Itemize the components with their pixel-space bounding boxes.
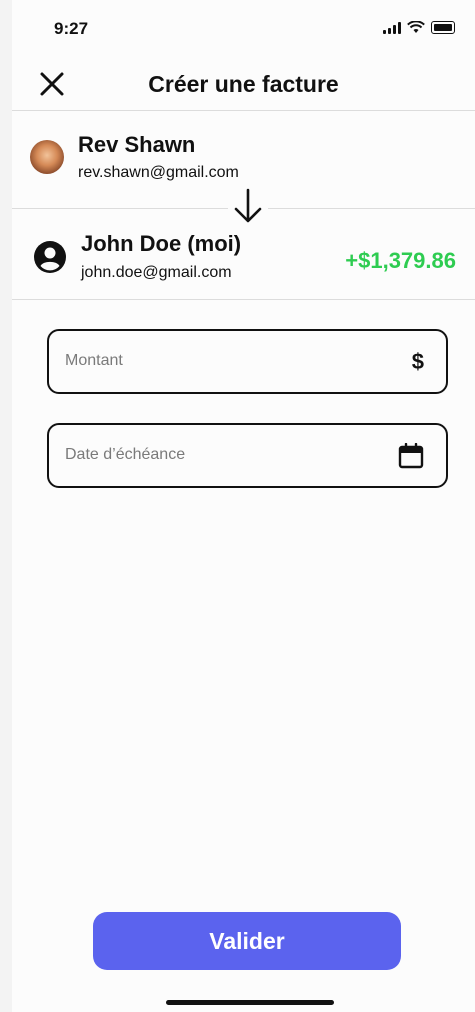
amount-placeholder: Montant: [65, 352, 123, 369]
avatar: [30, 140, 64, 174]
due-date-field[interactable]: Date d’échéance: [47, 423, 448, 488]
arrow-down-icon: [228, 186, 268, 226]
sender-name: Rev Shawn: [78, 132, 196, 157]
recipient-name: John Doe (moi): [81, 231, 242, 256]
calendar-icon[interactable]: [398, 442, 424, 474]
header: Créer une facture: [12, 58, 475, 111]
due-date-placeholder: Date d’échéance: [65, 446, 186, 463]
battery-icon: [431, 21, 455, 34]
amount-field[interactable]: Montant $: [47, 329, 448, 394]
page-title: Créer une facture: [148, 71, 339, 97]
sender-email: rev.shawn@gmail.com: [78, 164, 239, 181]
amount-value: +$1,379.86: [345, 248, 456, 273]
signal-icon: [383, 21, 401, 34]
home-indicator: [166, 1000, 334, 1005]
validate-button[interactable]: Valider: [93, 912, 401, 970]
user-icon: [34, 241, 66, 273]
status-time: 9:27: [54, 19, 89, 38]
dollar-icon: $: [411, 349, 424, 374]
status-icons: [383, 21, 455, 34]
wifi-icon: [407, 21, 425, 33]
recipient-email: john.doe@gmail.com: [81, 264, 232, 281]
screen: 9:27 Créer une facture Rev Shawn rev.sha…: [12, 0, 475, 1012]
